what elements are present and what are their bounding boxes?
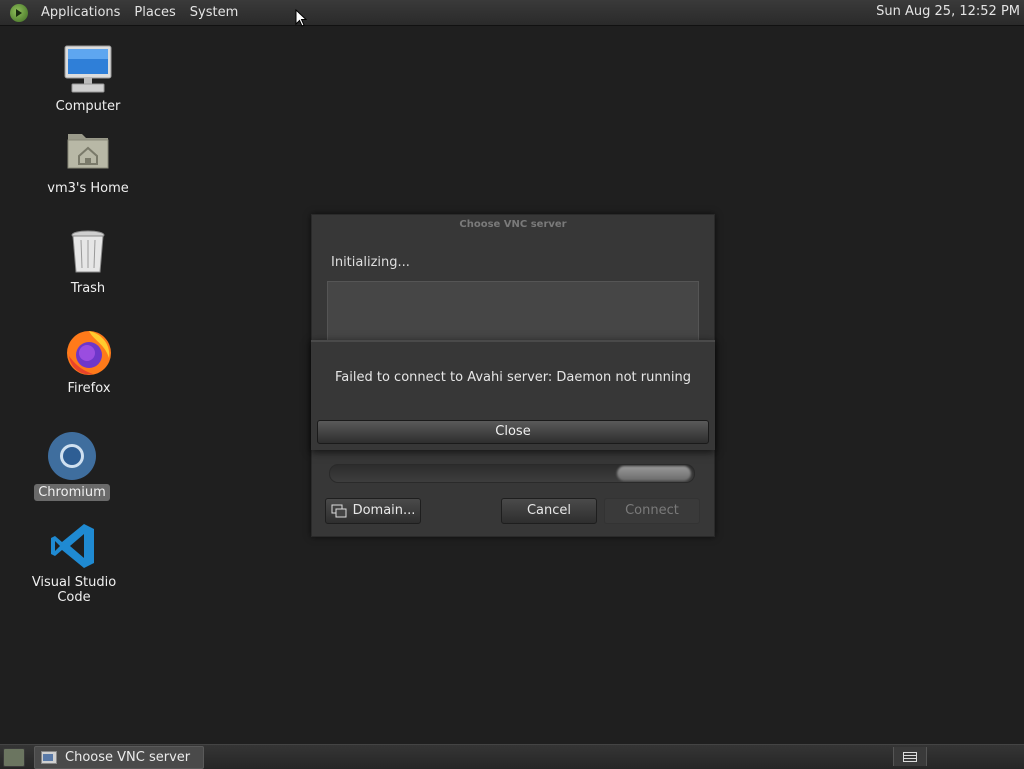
desktop-icon-firefox[interactable]: Firefox [29, 326, 149, 397]
error-alert-dialog: Failed to connect to Avahi server: Daemo… [311, 340, 715, 450]
home-folder-icon [62, 126, 114, 178]
trash-icon [62, 226, 114, 278]
menu-system[interactable]: System [183, 5, 245, 20]
menu-applications[interactable]: Applications [34, 5, 127, 20]
close-button[interactable]: Close [317, 420, 709, 444]
desktop-icon-label: vm3's Home [47, 181, 129, 196]
bottom-panel: Choose VNC server [0, 744, 1024, 769]
dialog-title[interactable]: Choose VNC server [312, 215, 714, 235]
domain-icon [331, 504, 347, 518]
mouse-cursor-icon [295, 9, 307, 27]
progress-pulse [617, 466, 691, 481]
panel-clock[interactable]: Sun Aug 25, 12:52 PM [876, 4, 1020, 19]
desktop-icon-home[interactable]: vm3's Home [28, 126, 148, 197]
domain-button-label: Domain... [352, 503, 416, 518]
desktop-icon-label: Chromium [34, 484, 110, 501]
desktop-icon-label: Firefox [67, 381, 111, 396]
window-icon [41, 751, 57, 764]
status-text: Initializing... [331, 255, 410, 270]
domain-button[interactable]: Domain... [325, 498, 421, 524]
vscode-icon [48, 520, 100, 572]
cancel-button[interactable]: Cancel [501, 498, 597, 524]
desktop-icon-vscode[interactable]: Visual Studio Code [14, 520, 134, 606]
show-desktop-icon[interactable] [3, 748, 25, 767]
menu-places[interactable]: Places [127, 5, 182, 20]
taskbar-window-button[interactable]: Choose VNC server [34, 746, 204, 769]
desktop-icon-label: Visual Studio Code [31, 575, 117, 605]
desktop-icon-label: Trash [70, 281, 106, 296]
activity-progress-bar [329, 464, 695, 483]
error-message: Failed to connect to Avahi server: Daemo… [335, 370, 691, 385]
desktop-icon-label: Computer [55, 99, 121, 114]
firefox-icon [63, 326, 115, 378]
top-panel: Applications Places System Sun Aug 25, 1… [0, 0, 1024, 26]
desktop-icon-computer[interactable]: Computer [28, 44, 148, 115]
taskbar-window-label: Choose VNC server [65, 750, 191, 765]
chromium-icon [46, 430, 98, 482]
connect-button[interactable]: Connect [604, 498, 700, 524]
desktop-icon-trash[interactable]: Trash [28, 226, 148, 297]
desktop-icon-chromium[interactable]: Chromium [12, 430, 132, 501]
workspace-switcher-icon[interactable] [893, 747, 927, 766]
computer-icon [62, 44, 114, 96]
distro-logo-icon[interactable] [10, 3, 28, 22]
